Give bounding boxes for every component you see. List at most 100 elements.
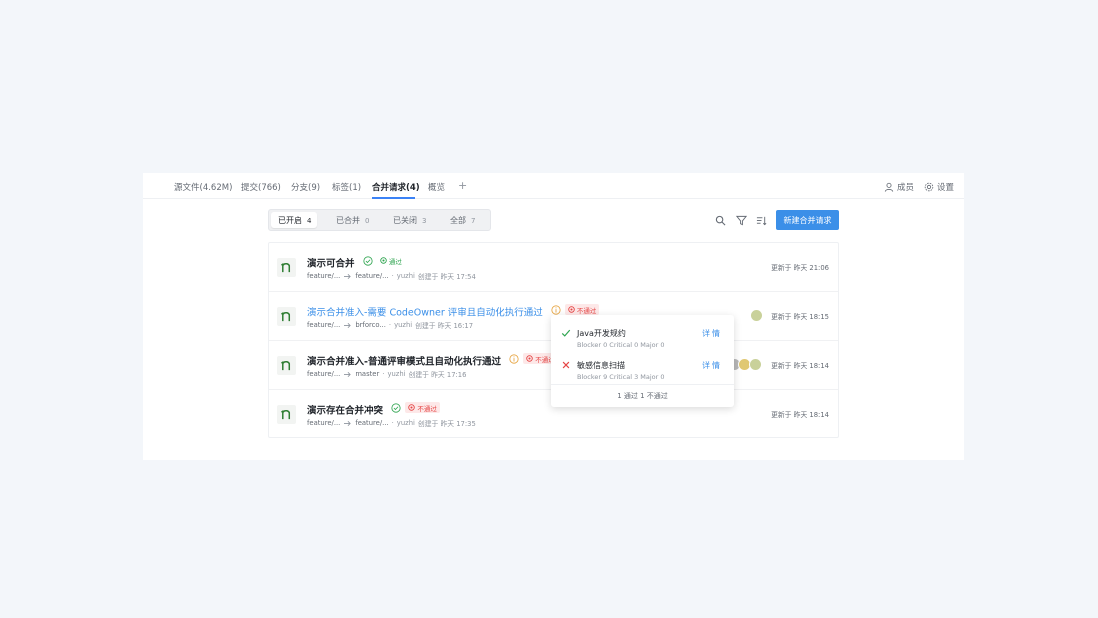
gate-icon — [526, 355, 534, 362]
reviewer-avatar[interactable] — [750, 309, 763, 322]
gate-check-item: 敏感信息扫描 Blocker 9 Critical 3 Major 0 详情 — [551, 352, 734, 382]
created-time: 创建于 昨天 17:35 — [417, 420, 476, 428]
source-branch[interactable]: feature/... — [307, 321, 340, 329]
updated-time: 更新于 昨天 18:15 — [771, 313, 829, 321]
author: yuzhi — [387, 370, 406, 378]
status-badge-label: 通过 — [388, 257, 402, 266]
target-branch[interactable]: feature/... — [355, 419, 388, 427]
tab-tags[interactable]: 标签(1) — [332, 181, 361, 193]
active-tab-indicator — [372, 197, 415, 199]
filter-all-count: 7 — [471, 217, 476, 225]
updated-time: 更新于 昨天 18:14 — [771, 411, 829, 419]
filter-merged-count: 0 — [365, 217, 370, 225]
repo-tabs: 源文件(4.62M) 提交(766) 分支(9) 标签(1) 合并请求(4) 概… — [143, 173, 964, 199]
merge-request-icon — [277, 356, 296, 375]
target-branch[interactable]: master — [355, 370, 379, 378]
gate-check-name: Java开发规约 — [577, 329, 626, 338]
updated-time: 更新于 昨天 21:06 — [771, 264, 829, 272]
target-branch[interactable]: brforco... — [355, 321, 386, 329]
merge-request-row[interactable]: 演示可合并 通过 feature/... feature/... · yuzhi… — [269, 243, 838, 292]
source-branch[interactable]: feature/... — [307, 419, 340, 427]
created-time: 创建于 昨天 17:54 — [417, 273, 476, 281]
merge-request-title[interactable]: 演示可合并 通过 — [307, 255, 405, 270]
merge-request-title[interactable]: 演示存在合并冲突 不通过 — [307, 402, 440, 417]
new-merge-request-button[interactable]: 新建合并请求 — [776, 210, 839, 230]
gate-check-detail-link[interactable]: 详情 — [702, 328, 722, 339]
status-badge[interactable]: 不通过 — [564, 304, 600, 315]
arrow-right-icon — [344, 420, 352, 426]
status-badge-label: 不通过 — [576, 306, 597, 315]
gate-check-name: 敏感信息扫描 — [577, 361, 625, 370]
merge-request-meta: feature/... master · yuzhi 创建于 昨天 17:16 — [307, 370, 467, 379]
filter-icon[interactable] — [736, 215, 747, 226]
info-circle-icon — [551, 304, 561, 315]
filter-open-label: 已开启 — [278, 216, 302, 225]
merge-request-title[interactable]: 演示合并准入-普通评审模式且自动化执行通过 不通过 — [307, 353, 558, 368]
filter-merged[interactable]: 已合并 0 — [329, 212, 375, 228]
settings-link[interactable]: 设置 — [924, 181, 954, 193]
tab-source[interactable]: 源文件(4.62M) — [174, 181, 232, 193]
merge-request-title-text: 演示合并准入-需要 CodeOwner 评审且自动化执行通过 — [307, 307, 543, 319]
filter-all-label: 全部 — [450, 216, 466, 225]
filter-merged-label: 已合并 — [336, 216, 360, 225]
cross-icon — [562, 361, 570, 369]
tab-merge-requests[interactable]: 合并请求(4) — [372, 181, 420, 193]
author: yuzhi — [394, 321, 413, 329]
info-circle-icon — [509, 353, 519, 364]
user-icon — [884, 182, 894, 192]
check-icon — [561, 329, 571, 337]
gate-icon — [408, 404, 416, 411]
merge-request-icon — [277, 307, 296, 326]
updated-time: 更新于 昨天 18:14 — [771, 362, 829, 370]
target-branch[interactable]: feature/... — [355, 272, 388, 280]
gate-check-popover: Java开发规约 Blocker 0 Critical 0 Major 0 详情… — [551, 315, 734, 407]
filter-all[interactable]: 全部 7 — [443, 212, 481, 228]
gate-check-stats: Blocker 9 Critical 3 Major 0 — [577, 373, 665, 381]
gate-check-detail-link[interactable]: 详情 — [702, 360, 722, 371]
author: yuzhi — [396, 272, 415, 280]
check-circle-icon — [391, 402, 401, 413]
state-filter: 已开启 4 已合并 0 已关闭 3 全部 7 — [268, 209, 491, 231]
gear-icon — [924, 182, 934, 192]
tab-branches[interactable]: 分支(9) — [291, 181, 320, 193]
merge-request-meta: feature/... feature/... · yuzhi 创建于 昨天 1… — [307, 419, 476, 428]
merge-request-icon — [277, 405, 296, 424]
filter-closed[interactable]: 已关闭 3 — [386, 212, 432, 228]
merge-request-meta: feature/... brforco... · yuzhi 创建于 昨天 16… — [307, 321, 474, 330]
search-icon[interactable] — [715, 215, 726, 226]
tab-commits[interactable]: 提交(766) — [241, 181, 281, 193]
created-time: 创建于 昨天 16:17 — [415, 322, 474, 330]
source-branch[interactable]: feature/... — [307, 272, 340, 280]
sort-icon[interactable] — [756, 215, 767, 226]
author: yuzhi — [396, 419, 415, 427]
tab-overview[interactable]: 概览 — [428, 181, 445, 193]
source-branch[interactable]: feature/... — [307, 370, 340, 378]
status-badge[interactable]: 通过 — [377, 255, 405, 266]
members-link[interactable]: 成员 — [884, 181, 914, 193]
gate-icon — [568, 306, 575, 313]
filter-closed-label: 已关闭 — [393, 216, 417, 225]
arrow-right-icon — [344, 273, 352, 279]
status-badge-label: 不通过 — [417, 404, 437, 413]
arrow-right-icon — [344, 322, 352, 328]
merge-request-title-text: 演示可合并 — [307, 258, 355, 270]
check-circle-icon — [363, 255, 373, 266]
filter-closed-count: 3 — [422, 217, 427, 225]
filter-open[interactable]: 已开启 4 — [271, 212, 318, 228]
settings-label: 设置 — [937, 183, 955, 193]
merge-request-icon — [277, 258, 296, 277]
merge-request-title-text: 演示存在合并冲突 — [307, 405, 384, 417]
merge-request-meta: feature/... feature/... · yuzhi 创建于 昨天 1… — [307, 272, 476, 281]
merge-request-title-text: 演示合并准入-普通评审模式且自动化执行通过 — [307, 356, 501, 368]
reviewer-avatar[interactable] — [749, 358, 762, 371]
created-time: 创建于 昨天 17:16 — [408, 371, 467, 379]
gate-check-stats: Blocker 0 Critical 0 Major 0 — [577, 341, 665, 349]
arrow-right-icon — [344, 371, 352, 377]
gate-check-item: Java开发规约 Blocker 0 Critical 0 Major 0 详情 — [551, 320, 734, 350]
gate-check-summary: 1 通过 1 不通过 — [551, 384, 734, 407]
gate-icon — [380, 257, 387, 264]
add-tab-button[interactable]: + — [458, 179, 467, 192]
filter-open-count: 4 — [307, 217, 312, 225]
status-badge[interactable]: 不通过 — [405, 402, 440, 413]
members-label: 成员 — [897, 183, 915, 193]
